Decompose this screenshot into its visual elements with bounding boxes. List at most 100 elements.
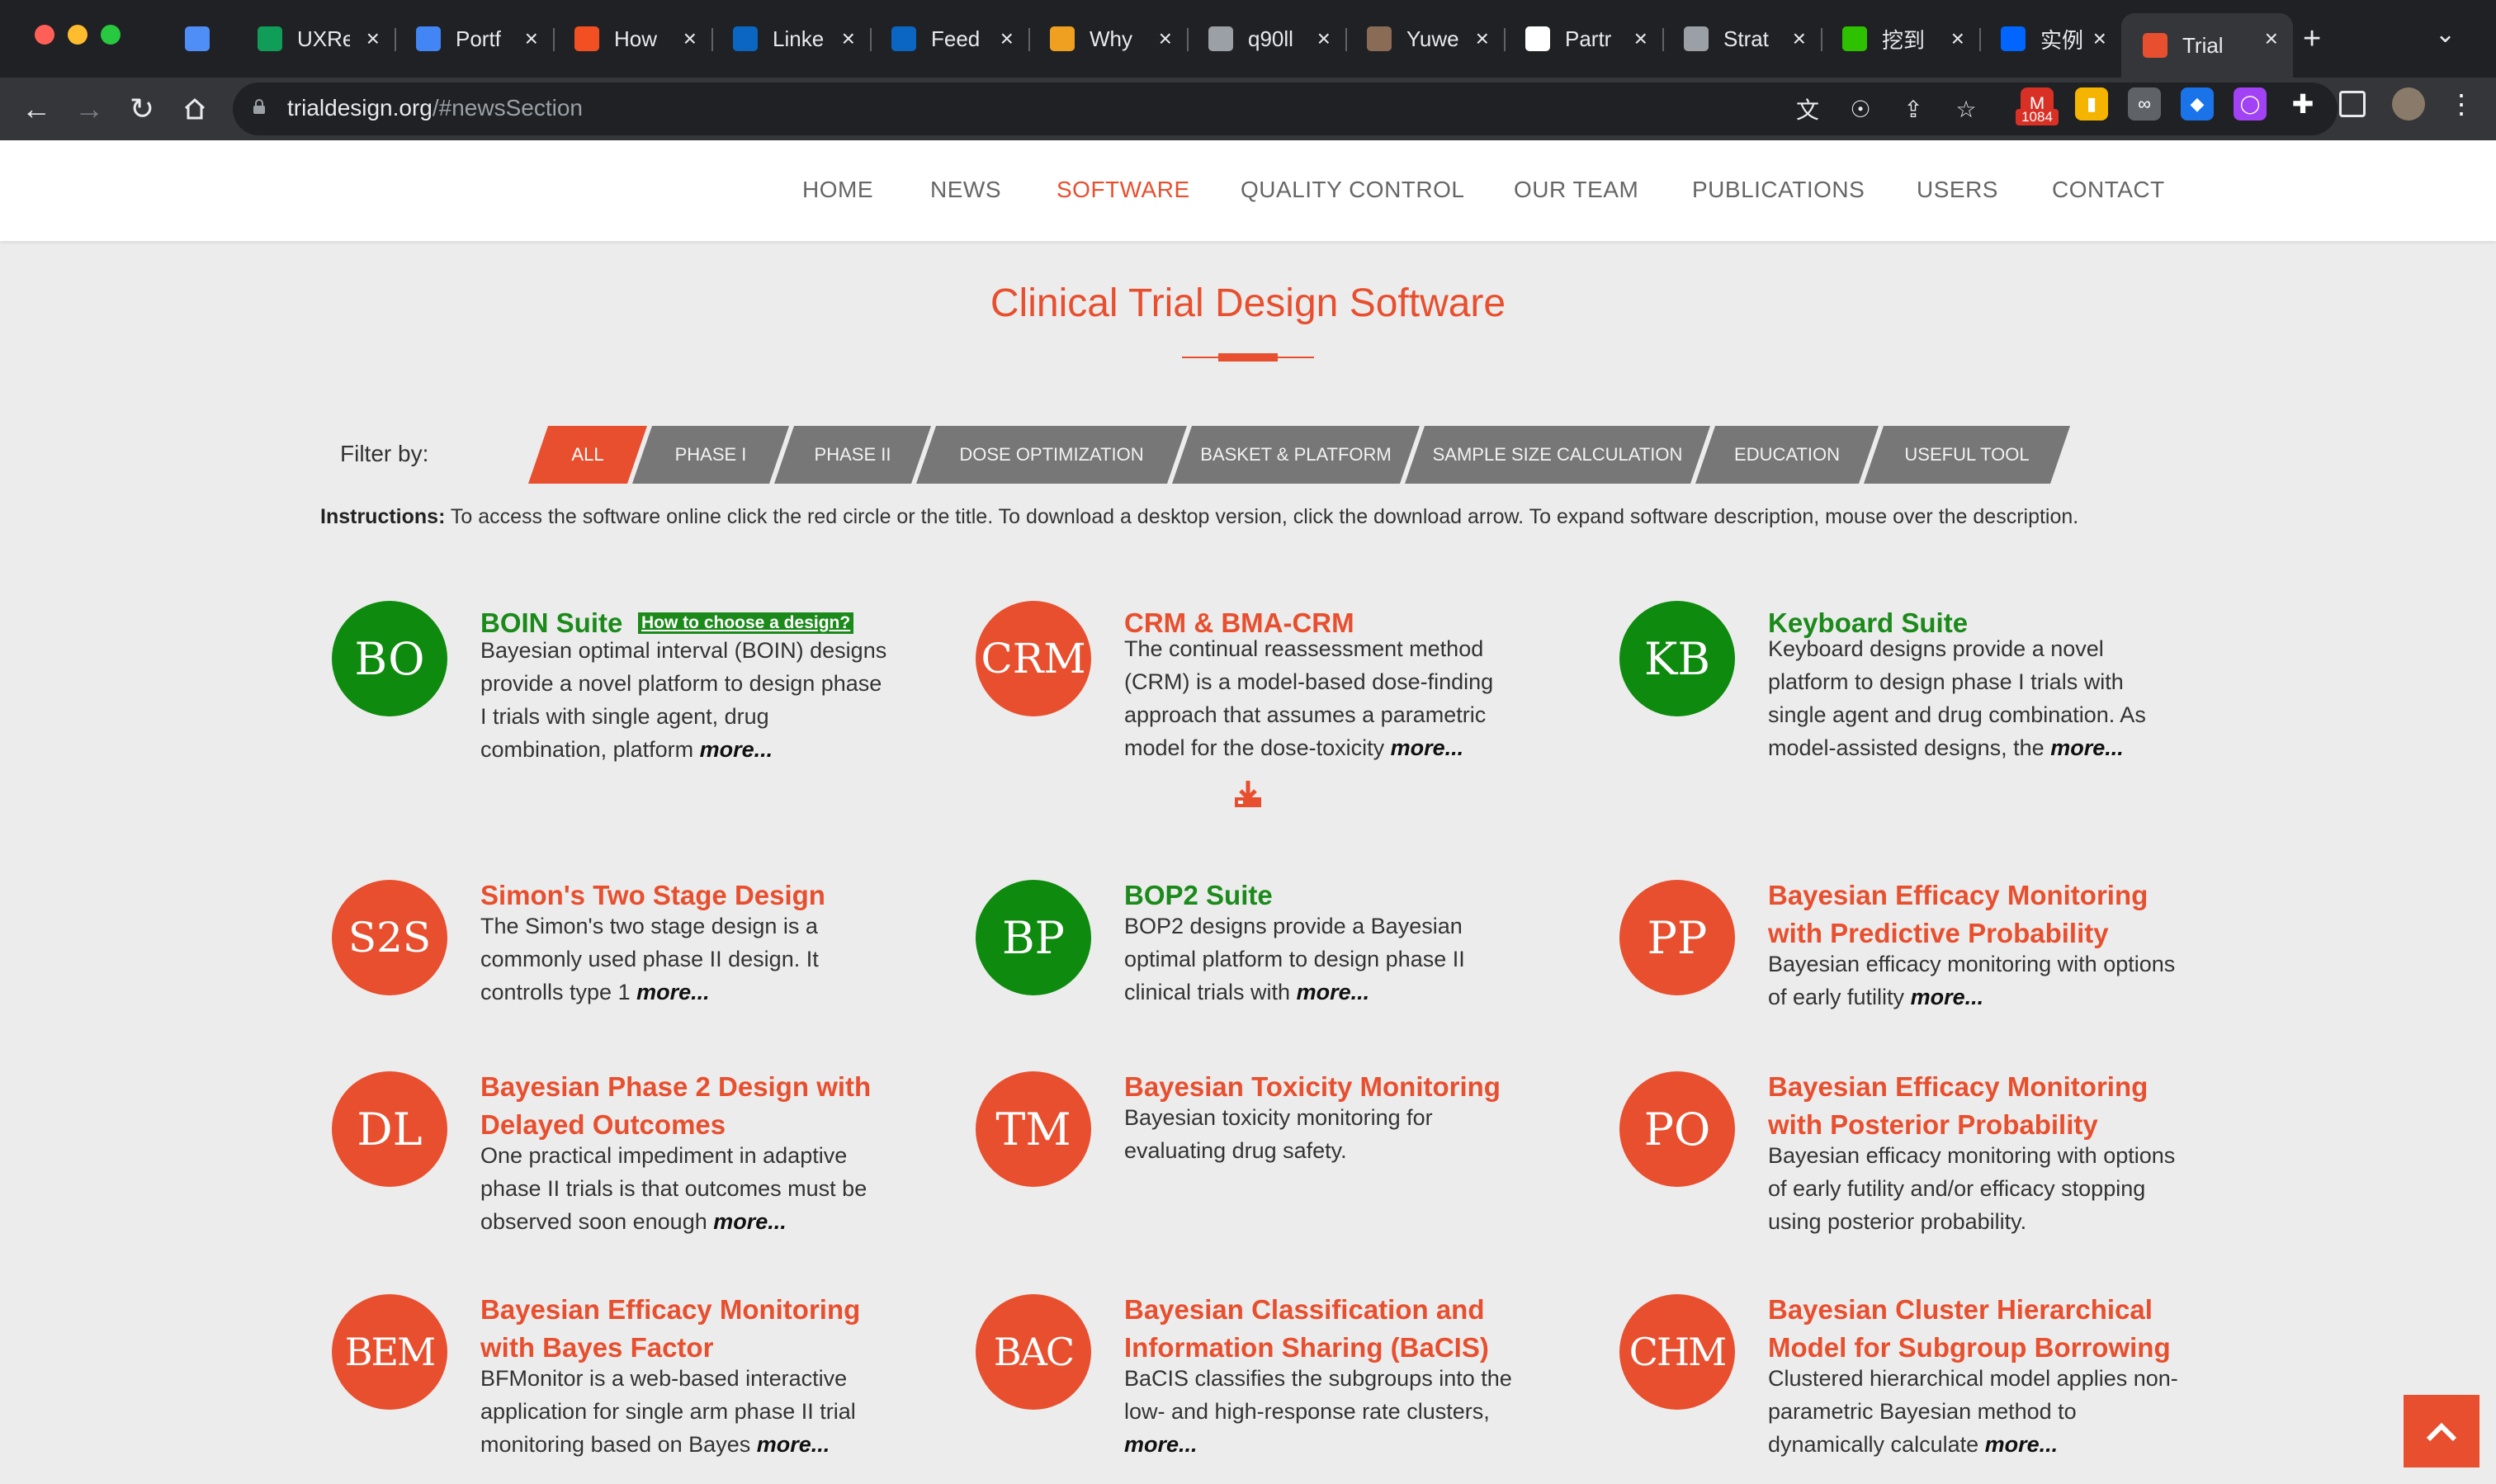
software-launch-circle[interactable]: BAC	[976, 1294, 1091, 1410]
software-title-link[interactable]: Bayesian Cluster Hierarchical Model for …	[1768, 1291, 2197, 1367]
more-menu-icon[interactable]: ⋮	[2445, 87, 2478, 121]
close-tab-icon[interactable]: ×	[683, 26, 697, 52]
nav-item-home[interactable]: HOME	[802, 177, 873, 203]
more-link[interactable]: more...	[1297, 980, 1370, 1004]
browser-tab[interactable]: Linke ×	[711, 13, 870, 64]
nav-item-software[interactable]: SOFTWARE	[1057, 177, 1190, 203]
how-to-choose-design-link[interactable]: How to choose a design?	[638, 612, 854, 634]
filter-chip-basket-platform[interactable]: BASKET & PLATFORM	[1172, 426, 1420, 484]
reader-extension-icon[interactable]: ∞	[2128, 87, 2161, 121]
url-text[interactable]: trialdesign.org/#newsSection	[287, 95, 583, 121]
folder-extension-icon[interactable]: ▮	[2075, 87, 2108, 121]
software-launch-circle[interactable]: BO	[332, 601, 447, 716]
close-tab-icon[interactable]: ×	[1000, 26, 1014, 52]
more-link[interactable]: more...	[2050, 735, 2124, 760]
profile-avatar[interactable]	[2392, 87, 2425, 121]
home-icon[interactable]	[175, 89, 215, 129]
nav-item-quality-control[interactable]: QUALITY CONTROL	[1241, 177, 1464, 203]
reload-icon[interactable]: ↻	[122, 89, 162, 129]
software-launch-circle[interactable]: TM	[976, 1071, 1091, 1187]
filter-chip-sample-size-calculation[interactable]: SAMPLE SIZE CALCULATION	[1405, 426, 1710, 484]
close-tab-icon[interactable]: ×	[2265, 26, 2278, 52]
nav-item-contact[interactable]: CONTACT	[2052, 177, 2165, 203]
browser-tab[interactable]: How ×	[553, 13, 711, 64]
software-title-link[interactable]: Bayesian Efficacy Monitoring with Poster…	[1768, 1068, 2197, 1144]
back-to-top-button[interactable]	[2404, 1395, 2479, 1467]
software-launch-circle[interactable]: S2S	[332, 880, 447, 995]
browser-tab[interactable]: Why ×	[1028, 13, 1187, 64]
filter-chip-all[interactable]: ALL	[528, 426, 647, 484]
puzzle-extensions-icon[interactable]: ✚	[2286, 87, 2319, 121]
close-tab-icon[interactable]: ×	[1951, 26, 1964, 52]
new-tab-button[interactable]: +	[2303, 21, 2321, 57]
software-title-link[interactable]: Bayesian Classification and Information …	[1124, 1291, 1553, 1367]
nav-item-our-team[interactable]: OUR TEAM	[1514, 177, 1638, 203]
close-tab-icon[interactable]: ×	[525, 26, 538, 52]
software-description[interactable]: Bayesian optimal interval (BOIN) designs…	[480, 634, 893, 766]
close-tab-icon[interactable]: ×	[1476, 26, 1489, 52]
more-link[interactable]: more...	[1124, 1432, 1198, 1457]
software-description[interactable]: BFMonitor is a web-based interactive app…	[480, 1362, 893, 1461]
more-link[interactable]: more...	[713, 1209, 787, 1234]
software-description[interactable]: BaCIS classifies the subgroups into the …	[1124, 1362, 1537, 1461]
software-description[interactable]: Bayesian efficacy monitoring with option…	[1768, 948, 2181, 1014]
filter-chip-dose-optimization[interactable]: DOSE OPTIMIZATION	[916, 426, 1187, 484]
more-link[interactable]: more...	[1911, 985, 1984, 1009]
close-tab-icon[interactable]: ×	[842, 26, 855, 52]
software-launch-circle[interactable]: BP	[976, 880, 1091, 995]
close-tab-icon[interactable]: ×	[1634, 26, 1647, 52]
software-launch-circle[interactable]: DL	[332, 1071, 447, 1187]
close-tab-icon[interactable]: ×	[2093, 26, 2106, 52]
browser-tab[interactable]: Trial ×	[2121, 13, 2293, 78]
translate-icon[interactable]: 文	[1793, 94, 1822, 124]
browser-tab[interactable]: q90ll ×	[1187, 13, 1345, 64]
browser-tab[interactable]: 挖到 ×	[1821, 13, 1979, 64]
software-description[interactable]: One practical impediment in adaptive pha…	[480, 1139, 893, 1238]
more-link[interactable]: more...	[636, 980, 710, 1004]
software-description[interactable]: The Simon's two stage design is a common…	[480, 910, 893, 1009]
browser-tab[interactable]: Yuwe ×	[1345, 13, 1504, 64]
minimize-window-button[interactable]	[68, 25, 87, 45]
filter-chip-phase-i[interactable]: PHASE I	[632, 426, 789, 484]
browser-tab[interactable]: Portf ×	[395, 13, 553, 64]
software-description[interactable]: BOP2 designs provide a Bayesian optimal …	[1124, 910, 1537, 1009]
eye-off-icon[interactable]: ☉	[1846, 94, 1875, 124]
maximize-window-button[interactable]	[101, 25, 121, 45]
browser-tab[interactable]	[163, 13, 236, 64]
filter-chip-education[interactable]: EDUCATION	[1695, 426, 1879, 484]
more-link[interactable]: more...	[1985, 1432, 2059, 1457]
software-launch-circle[interactable]: PP	[1619, 880, 1735, 995]
forward-icon[interactable]: →	[69, 89, 109, 129]
close-tab-icon[interactable]: ×	[1317, 26, 1331, 52]
close-tab-icon[interactable]: ×	[366, 26, 380, 52]
filter-chip-useful-tool[interactable]: USEFUL TOOL	[1864, 426, 2070, 484]
software-launch-circle[interactable]: PO	[1619, 1071, 1735, 1187]
gem-extension-icon[interactable]: ◆	[2181, 87, 2214, 121]
share-icon[interactable]: ⇪	[1898, 94, 1928, 124]
software-description[interactable]: Clustered hierarchical model applies non…	[1768, 1362, 2181, 1461]
close-window-button[interactable]	[35, 25, 54, 45]
browser-tab[interactable]: Feed ×	[870, 13, 1028, 64]
browser-tab[interactable]: UXRe ×	[236, 13, 395, 64]
color-extension-icon[interactable]: ◯	[2234, 87, 2267, 121]
more-link[interactable]: more...	[700, 737, 773, 762]
software-title-link[interactable]: Bayesian Efficacy Monitoring with Predic…	[1768, 877, 2197, 952]
software-title-link[interactable]: Bayesian Phase 2 Design with Delayed Out…	[480, 1068, 910, 1144]
more-link[interactable]: more...	[757, 1432, 830, 1457]
software-launch-circle[interactable]: KB	[1619, 601, 1735, 716]
nav-item-users[interactable]: USERS	[1917, 177, 1998, 203]
software-description[interactable]: The continual reassessment method (CRM) …	[1124, 632, 1537, 764]
back-icon[interactable]: ←	[17, 89, 56, 129]
browser-tab[interactable]: Partr ×	[1504, 13, 1662, 64]
software-title-link[interactable]: Bayesian Efficacy Monitoring with Bayes …	[480, 1291, 910, 1367]
software-launch-circle[interactable]: CHM	[1619, 1294, 1735, 1410]
close-tab-icon[interactable]: ×	[1793, 26, 1806, 52]
software-launch-circle[interactable]: BEM	[332, 1294, 447, 1410]
software-description[interactable]: Bayesian toxicity monitoring for evaluat…	[1124, 1101, 1537, 1167]
more-link[interactable]: more...	[1391, 735, 1464, 760]
browser-tab[interactable]: 实例 ×	[1979, 13, 2121, 64]
download-icon[interactable]	[1231, 777, 1265, 811]
software-description[interactable]: Keyboard designs provide a novel platfor…	[1768, 632, 2181, 764]
tab-search-button[interactable]: ⌄	[2435, 20, 2456, 49]
software-description[interactable]: Bayesian efficacy monitoring with option…	[1768, 1139, 2181, 1238]
